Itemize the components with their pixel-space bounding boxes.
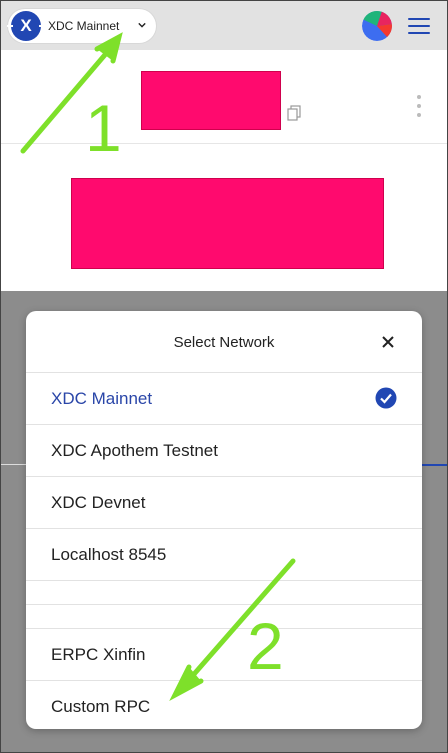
network-item-xdc-devnet[interactable]: XDC Devnet (26, 477, 422, 529)
network-selector[interactable]: X XDC Mainnet (7, 9, 156, 43)
close-icon[interactable] (382, 336, 394, 348)
network-label: ERPC Xinfin (51, 645, 146, 664)
network-name: XDC Mainnet (48, 19, 120, 33)
annotation-step-2: 2 (247, 609, 284, 683)
redacted-balance (71, 178, 384, 269)
check-circle-icon (375, 387, 397, 409)
hamburger-icon[interactable] (408, 18, 430, 34)
network-label: Localhost 8545 (51, 545, 167, 564)
network-item-blank[interactable] (26, 581, 422, 605)
redacted-account-name (141, 71, 281, 130)
network-item-localhost[interactable]: Localhost 8545 (26, 529, 422, 581)
annotation-step-1: 1 (85, 91, 122, 165)
account-avatar-icon[interactable] (362, 11, 392, 41)
network-item-xdc-mainnet[interactable]: XDC Mainnet (26, 373, 422, 425)
network-item-erpc-xinfin[interactable]: ERPC Xinfin (26, 629, 422, 681)
wallet-popup: X XDC Mainnet Select Network XDC Mainnet… (0, 0, 448, 753)
top-bar: X XDC Mainnet (1, 1, 447, 50)
tab-indicator (421, 464, 447, 466)
chevron-down-icon (138, 22, 146, 28)
kebab-menu-icon[interactable] (417, 95, 423, 121)
xdc-logo-icon: X (7, 11, 45, 41)
network-label: XDC Devnet (51, 493, 146, 512)
network-label: Custom RPC (51, 697, 151, 716)
copy-icon[interactable] (287, 105, 301, 121)
modal-header: Select Network (26, 311, 422, 373)
network-label: XDC Apothem Testnet (51, 441, 218, 460)
network-item-custom-rpc[interactable]: Custom RPC (26, 681, 422, 729)
select-network-modal: Select Network XDC Mainnet XDC Apothem T… (26, 311, 422, 729)
xdc-logo-letter: X (20, 16, 32, 35)
network-item-blank[interactable] (26, 605, 422, 629)
network-item-xdc-apothem-testnet[interactable]: XDC Apothem Testnet (26, 425, 422, 477)
modal-title: Select Network (173, 334, 275, 351)
network-label: XDC Mainnet (51, 389, 153, 408)
